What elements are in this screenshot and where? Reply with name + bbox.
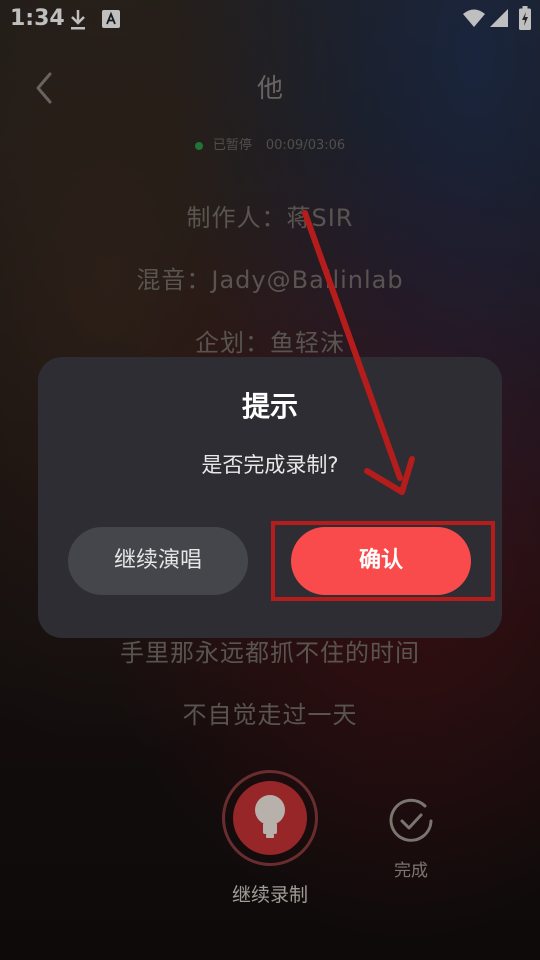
microphone-icon <box>255 795 285 838</box>
done-button[interactable] <box>387 797 435 845</box>
dialog-title: 提示 <box>241 390 298 423</box>
continue-record-label: 继续录制 <box>231 884 308 906</box>
dialog-message: 是否完成录制? <box>201 453 339 477</box>
done-label: 完成 <box>394 861 428 881</box>
check-circle-icon <box>389 798 433 842</box>
continue-record-button[interactable] <box>222 770 318 866</box>
continue-singing-button[interactable]: 继续演唱 <box>68 527 248 595</box>
annotation-highlight-box <box>271 521 495 601</box>
